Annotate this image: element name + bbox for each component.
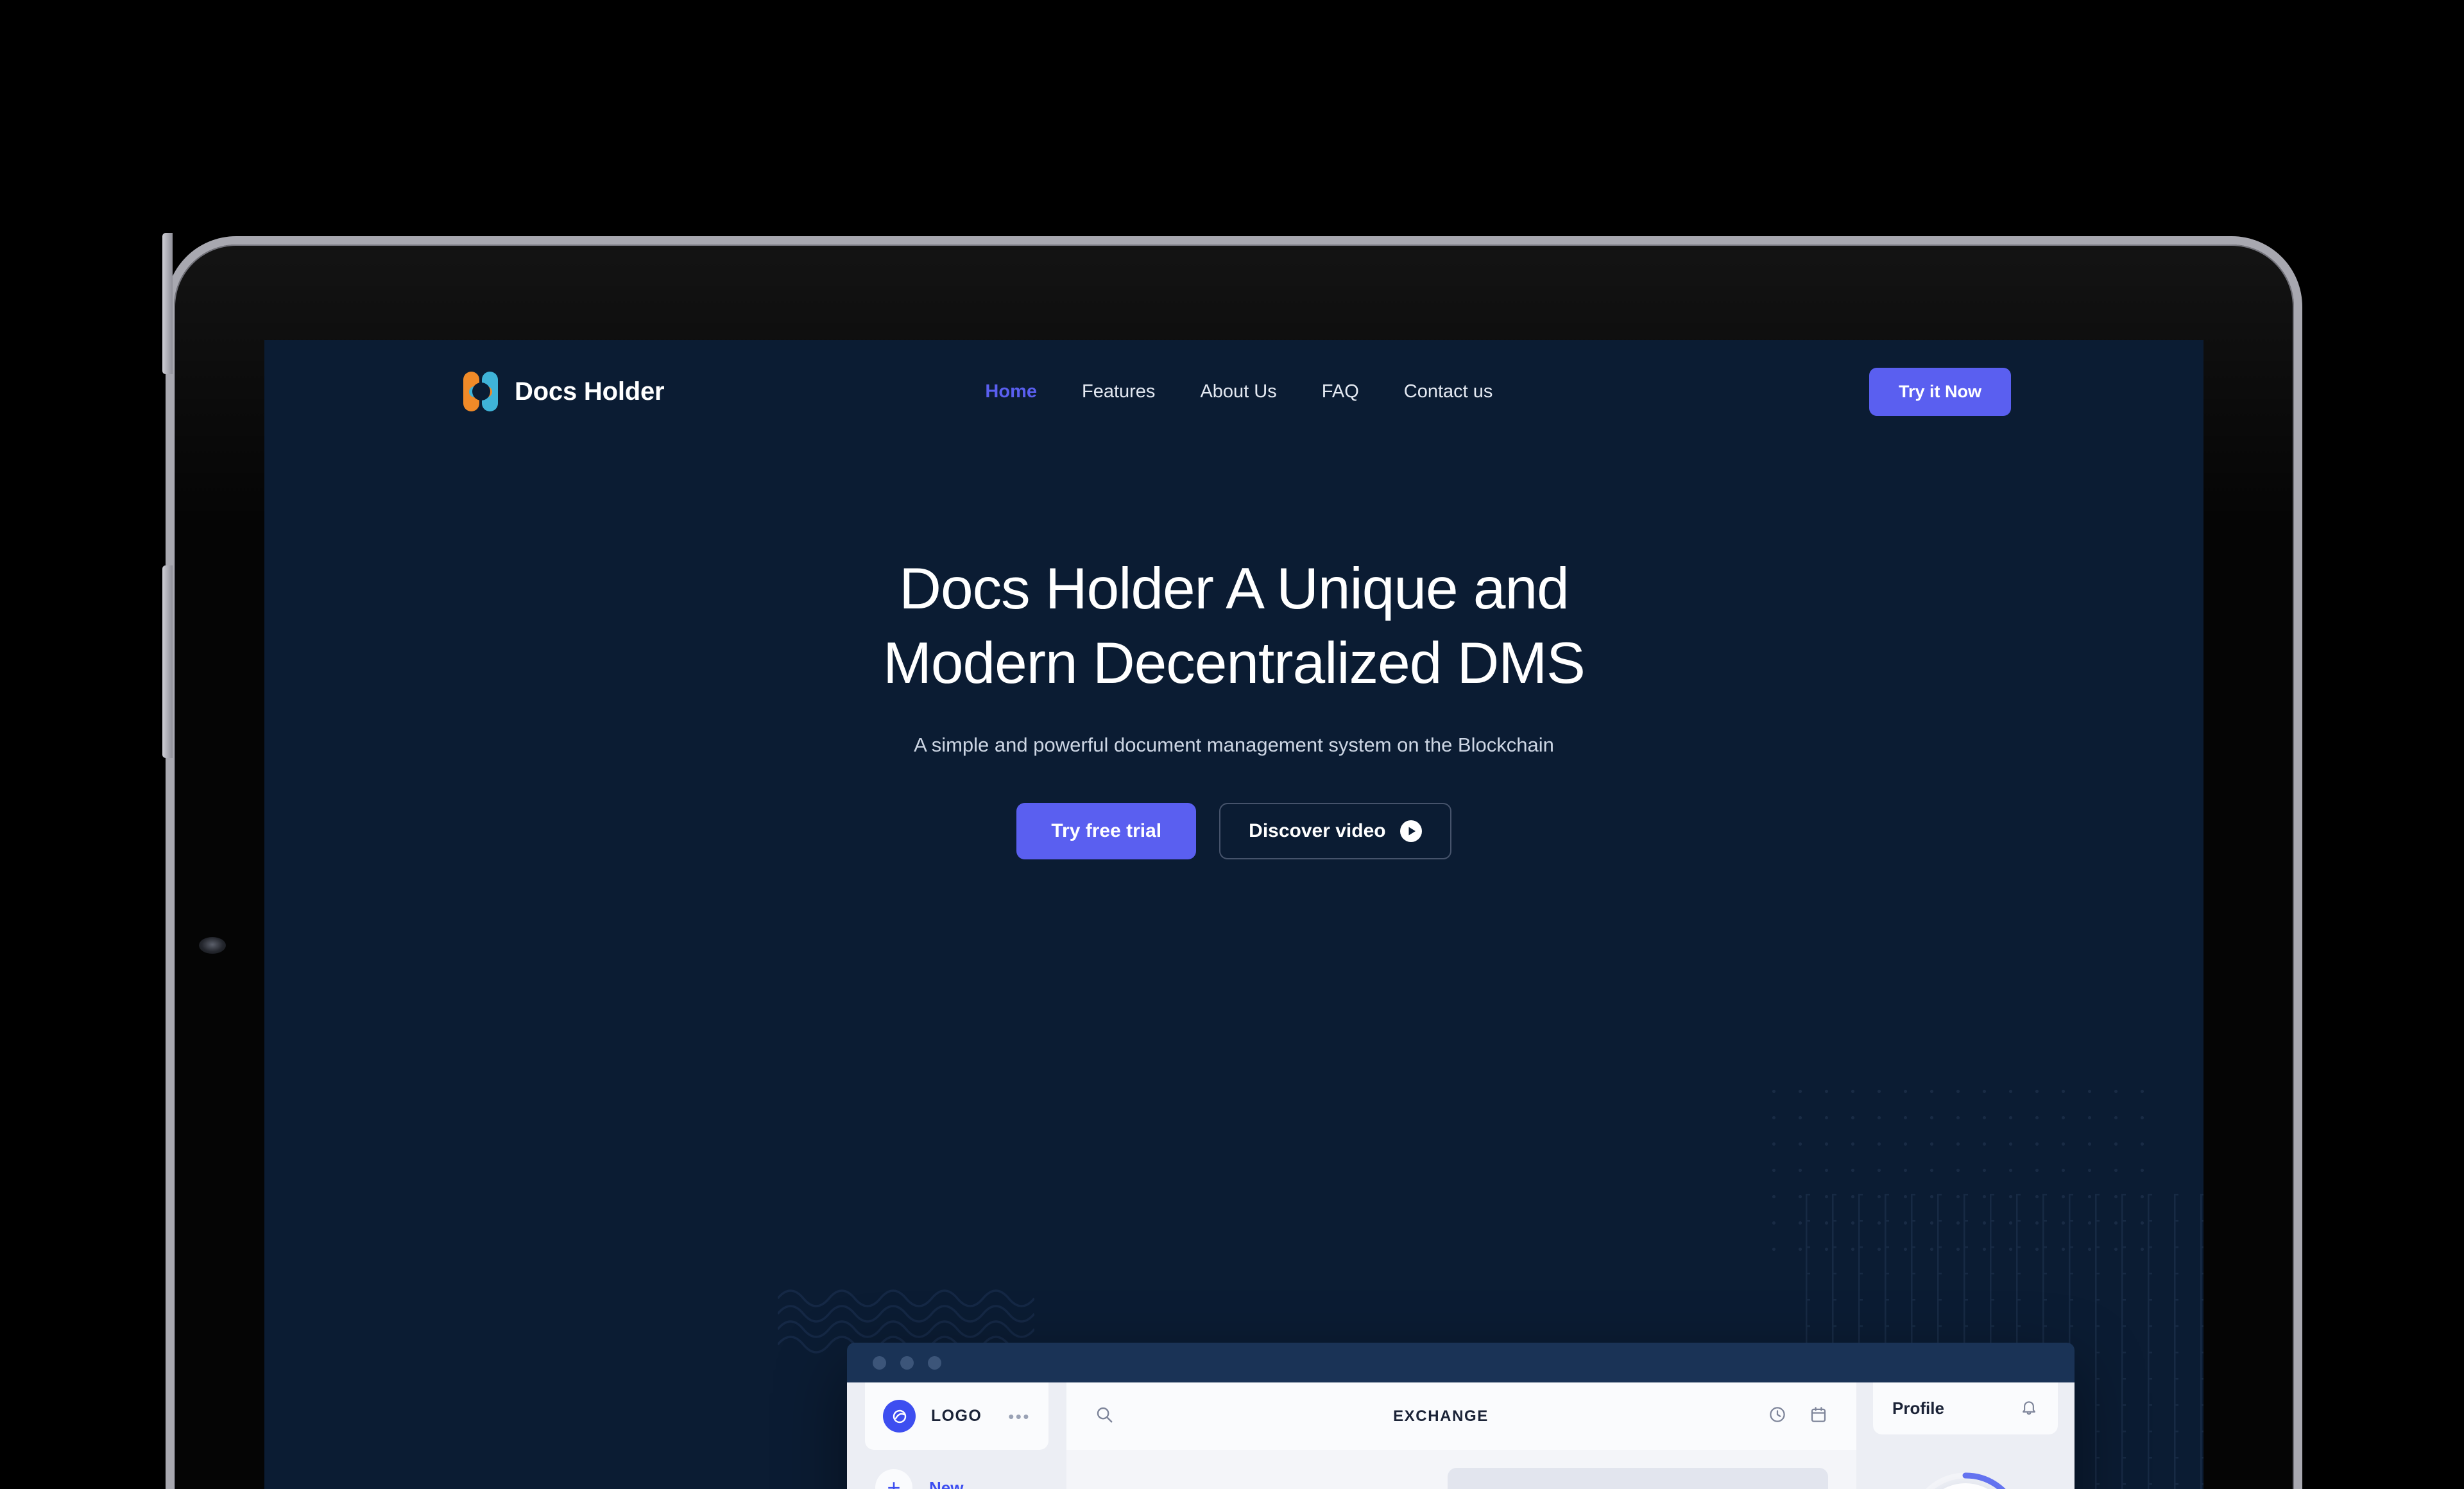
profile-title: Profile [1892, 1399, 1944, 1418]
nav-link-about-us[interactable]: About Us [1200, 381, 1276, 402]
hero-heading-line-1: Docs Holder A Unique and [899, 556, 1569, 621]
titlebar-close-dot[interactable] [873, 1356, 886, 1370]
hero-heading-line-2: Modern Decentralized DMS [883, 631, 1586, 696]
avatar-progress-ring [1904, 1468, 2026, 1489]
hero-actions: Try free trial Discover video [264, 802, 2203, 859]
mockup-body: LOGO ••• + New Home [847, 1382, 2075, 1489]
profile-header: Profile [1873, 1382, 2058, 1435]
sidebar-logo[interactable]: LOGO ••• [865, 1382, 1048, 1450]
hero-heading: Docs Holder A Unique and Modern Decentra… [264, 552, 2203, 701]
tablet-side-button-top[interactable] [162, 233, 173, 374]
titlebar-minimize-dot[interactable] [900, 1356, 914, 1370]
nav-links: Home Features About Us FAQ Contact us [985, 381, 1493, 402]
clock-icon[interactable] [1768, 1405, 1787, 1427]
tablet-camera-icon [199, 937, 226, 954]
mockup-titlebar [847, 1343, 2075, 1382]
play-icon [1399, 820, 1422, 842]
sidebar-logo-text: LOGO [931, 1407, 982, 1425]
bell-icon[interactable] [2019, 1397, 2039, 1420]
calendar-icon[interactable] [1809, 1405, 1828, 1427]
mockup-sidebar: LOGO ••• + New Home [847, 1382, 1066, 1489]
tablet-side-button-bottom[interactable] [162, 565, 173, 758]
nav-link-faq[interactable]: FAQ [1322, 381, 1359, 402]
exchange-header-icons [1768, 1405, 1828, 1427]
currency-swap-row: EUR RESET VALUES ••• € 1 700.00 1 USD = … [1066, 1450, 1856, 1489]
nav-link-home[interactable]: Home [985, 381, 1037, 402]
avatar-wrapper [1856, 1468, 2075, 1489]
try-free-trial-button[interactable]: Try free trial [1016, 802, 1197, 859]
sidebar-logo-menu-icon[interactable]: ••• [1008, 1408, 1031, 1425]
sidebar-new-label: New [929, 1477, 964, 1489]
nav-link-features[interactable]: Features [1082, 381, 1155, 402]
hero-subtitle: A simple and powerful document managemen… [914, 733, 1554, 756]
hero-section: Docs Holder A Unique and Modern Decentra… [264, 552, 2203, 859]
exchange-title: EXCHANGE [1393, 1407, 1489, 1425]
search-icon[interactable] [1095, 1405, 1114, 1427]
discover-video-label: Discover video [1249, 820, 1386, 841]
currency-to-panel: USD ••• $ 1 927.28 1 EUR = 1.14071 USD [1447, 1468, 1828, 1489]
brand-logo[interactable]: Docs Holder [463, 372, 665, 411]
navbar: Docs Holder Home Features About Us FAQ C… [264, 340, 2203, 443]
sidebar-logo-icon [883, 1400, 916, 1433]
mockup-center-panel: EXCHANGE [1066, 1382, 1856, 1489]
brand-name: Docs Holder [515, 377, 665, 406]
currency-from-panel: EUR RESET VALUES ••• € 1 700.00 1 USD = … [1066, 1468, 1448, 1489]
app-mockup: LOGO ••• + New Home [847, 1343, 2075, 1489]
docs-holder-logo-icon [463, 372, 498, 411]
try-it-now-button[interactable]: Try it Now [1869, 367, 2011, 416]
exchange-header: EXCHANGE [1066, 1382, 1856, 1450]
discover-video-button[interactable]: Discover video [1219, 802, 1451, 859]
screenshot-root: Docs Holder Home Features About Us FAQ C… [0, 0, 2464, 1489]
plus-icon: + [875, 1469, 912, 1489]
titlebar-maximize-dot[interactable] [928, 1356, 941, 1370]
mockup-right-panel: Profile [1856, 1382, 2075, 1489]
nav-link-contact-us[interactable]: Contact us [1404, 381, 1493, 402]
sidebar-new-button[interactable]: + New [847, 1450, 1066, 1489]
tablet-screen: Docs Holder Home Features About Us FAQ C… [264, 340, 2203, 1489]
